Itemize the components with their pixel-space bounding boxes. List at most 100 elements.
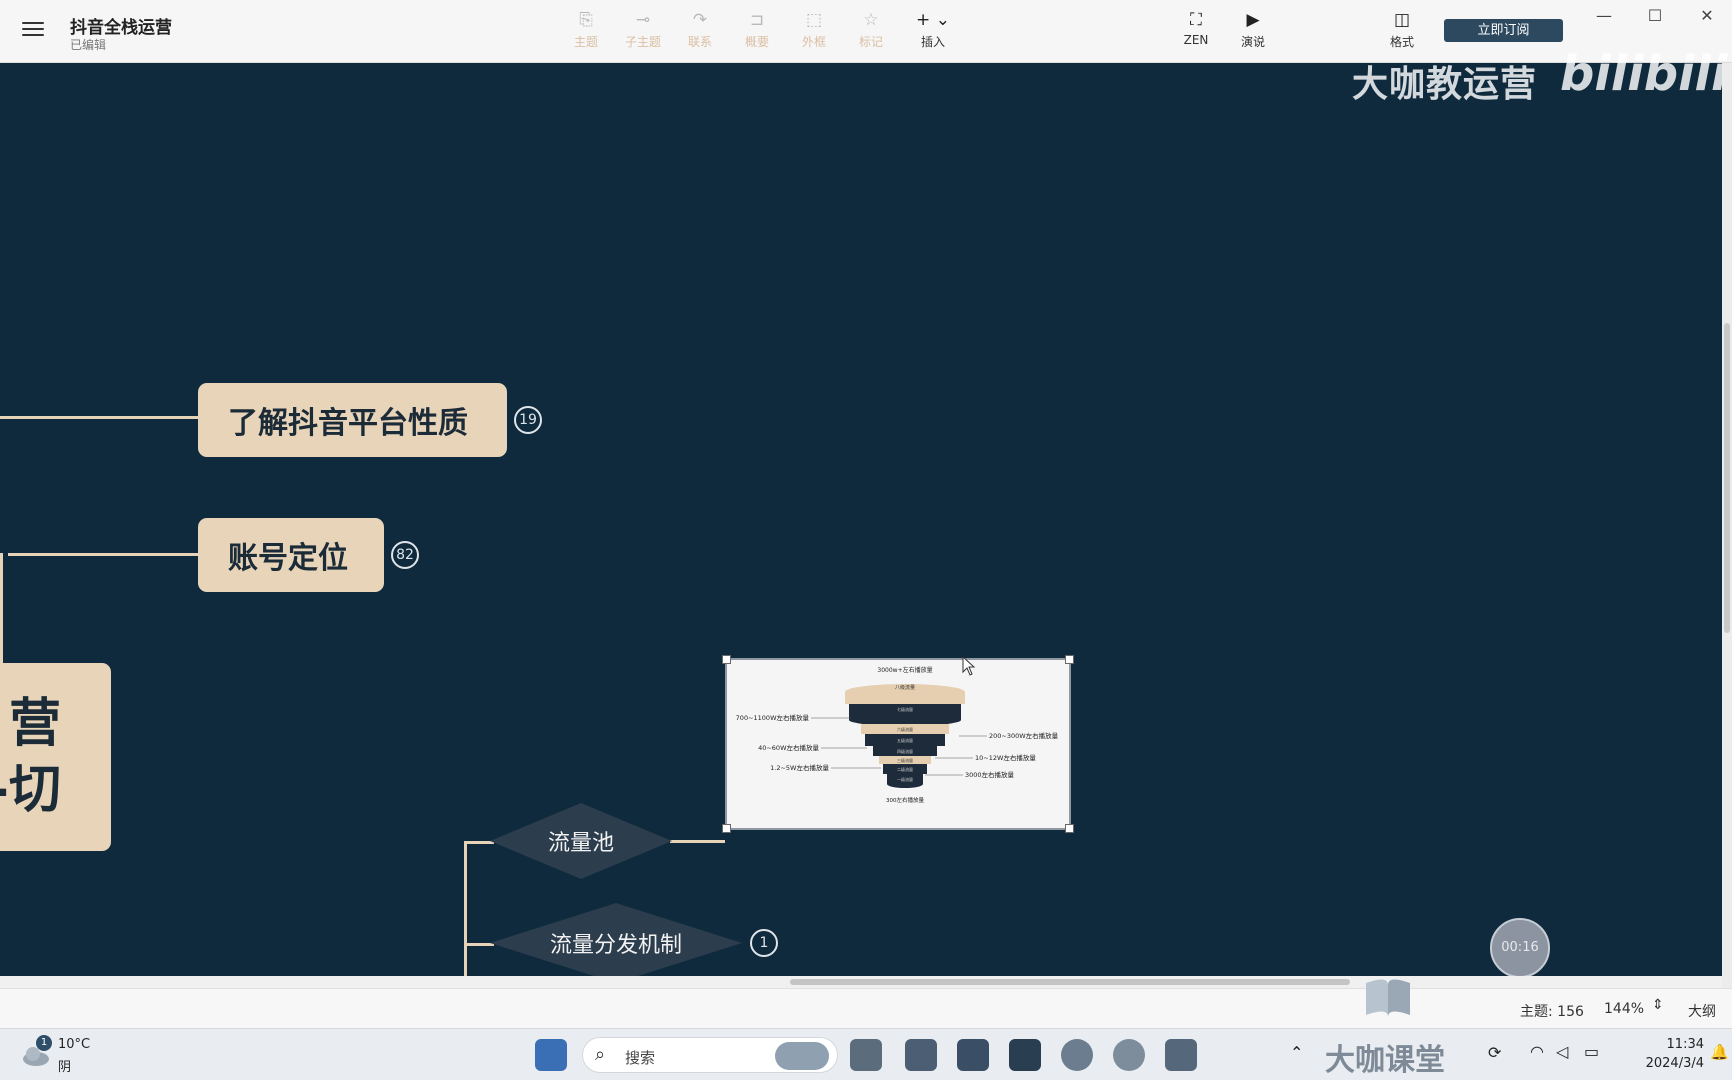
format-panel-icon: ◫ (1393, 10, 1411, 30)
outline-button[interactable]: 大纲 (1688, 1001, 1716, 1021)
toolbar-boundary-button[interactable]: ⬚ 外框 (788, 9, 840, 57)
clock-time[interactable]: 11:34 (1648, 1037, 1704, 1052)
topic-label: 了解抖音平台性质 (228, 406, 468, 441)
vertical-scrollbar[interactable] (1722, 63, 1732, 988)
relationship-icon: ↷ (692, 10, 708, 30)
image-node-traffic-funnel[interactable]: 3000w+左右播放量 八级流量 七级流量 六级流量 五级流量 四级流量 三级流… (722, 655, 1074, 833)
toolbar-insert-button[interactable]: + ⌄ 插入 (907, 9, 959, 57)
toolbar-summary-button[interactable]: ⊐ 概要 (731, 9, 783, 57)
toolbar-label: ZEN (1183, 33, 1209, 47)
connector-line (0, 416, 198, 419)
svg-text:3000左右播放量: 3000左右播放量 (965, 770, 1015, 779)
svg-text:二级流量: 二级流量 (897, 766, 913, 772)
zoom-level[interactable]: 144% (1604, 1001, 1644, 1017)
subtopic-icon: ⊸ (635, 10, 651, 30)
subtopic-node-traffic-pool[interactable]: 流量池 (490, 801, 672, 881)
toolbar-topic-button[interactable]: ⎘ 主题 (560, 9, 612, 57)
subtopic-label: 流量分发机制 (549, 933, 682, 958)
svg-text:四级流量: 四级流量 (897, 748, 913, 754)
watermark-text: 大咖教运营 (1352, 64, 1538, 105)
app-icon[interactable] (957, 1039, 989, 1071)
start-icon[interactable] (535, 1039, 567, 1071)
collapsed-count-badge[interactable]: 82 (391, 541, 419, 569)
subtopic-label: 流量池 (547, 831, 614, 856)
notification-bell-icon[interactable]: 🔔 (1710, 1043, 1729, 1061)
windows-taskbar: 1 10°C 阴 ⌕ 搜索 大咖课堂 ⌃ ⟳ ◠ ◁ ▭ 11:34 2024/… (0, 1028, 1732, 1080)
wifi-icon[interactable]: ◠ (1530, 1042, 1544, 1061)
scrollbar-thumb[interactable] (1724, 323, 1730, 633)
resize-handle[interactable] (722, 824, 731, 833)
topic-node-positioning[interactable]: 账号定位 (198, 518, 384, 592)
connector-line (8, 553, 198, 556)
resize-handle[interactable] (722, 655, 731, 664)
toolbar-relationship-button[interactable]: ↷ 联系 (674, 9, 726, 57)
svg-text:七级流量: 七级流量 (897, 706, 913, 712)
toolbar-pitch-button[interactable]: ▶ 演说 (1227, 9, 1279, 57)
scrollbar-thumb[interactable] (790, 979, 1350, 985)
volume-icon[interactable]: ◁ (1556, 1042, 1568, 1061)
search-highlight-icon (775, 1042, 829, 1070)
svg-text:1.2~5W左右播放量: 1.2~5W左右播放量 (770, 763, 829, 772)
mindmap-canvas[interactable]: 了解抖音平台性质 19 账号定位 82 营 -切 流量池 流量分发机制 1 30… (0, 63, 1722, 976)
resize-handle[interactable] (1065, 655, 1074, 664)
task-view-icon[interactable] (850, 1039, 882, 1071)
toolbar-label: 格式 (1389, 35, 1414, 49)
weather-cloud-icon[interactable]: 1 (20, 1035, 52, 1069)
close-icon[interactable]: ✕ (1694, 4, 1720, 28)
resize-handle[interactable] (1065, 824, 1074, 833)
connector-line (0, 553, 3, 665)
toolbar-subtopic-button[interactable]: ⊸ 子主题 (617, 9, 669, 57)
hamburger-menu-icon[interactable] (20, 18, 46, 44)
mouse-cursor-icon (962, 656, 976, 676)
topic-node-platform[interactable]: 了解抖音平台性质 (198, 383, 507, 457)
tray-chevron-icon[interactable]: ⌃ (1290, 1043, 1303, 1062)
collapsed-count-badge[interactable]: 1 (750, 929, 778, 957)
connector-line (670, 840, 725, 843)
topic-count: 主题: 156 (1520, 1004, 1584, 1020)
clock-date[interactable]: 2024/3/4 (1620, 1056, 1704, 1071)
toolbar-label: 标记 (858, 35, 883, 49)
file-explorer-icon[interactable] (1165, 1039, 1197, 1071)
toolbar-zen-button[interactable]: ⛶ ZEN (1170, 9, 1222, 57)
weather-temperature[interactable]: 10°C (58, 1037, 90, 1052)
marker-icon: ☆ (863, 10, 879, 30)
book-icon (1362, 975, 1414, 1019)
xmind-app-icon[interactable] (1009, 1039, 1041, 1071)
insert-icon: + ⌄ (916, 10, 950, 30)
battery-icon[interactable]: ▭ (1584, 1042, 1599, 1061)
toolbar-marker-button[interactable]: ☆ 标记 (845, 9, 897, 57)
weather-badge: 1 (36, 1035, 52, 1051)
toolbar-label: 插入 (920, 35, 945, 49)
svg-text:八级流量: 八级流量 (895, 684, 915, 691)
topic-icon: ⎘ (579, 10, 593, 30)
collapsed-count-badge[interactable]: 19 (514, 406, 542, 434)
svg-text:200~300W左右播放量: 200~300W左右播放量 (989, 731, 1059, 740)
svg-text:700~1100W左右播放量: 700~1100W左右播放量 (736, 713, 810, 722)
svg-text:300左右播放量: 300左右播放量 (886, 796, 924, 804)
tray-app-icon[interactable]: ⟳ (1488, 1043, 1501, 1062)
chat-app-icon[interactable] (905, 1039, 937, 1071)
svg-text:六级流量: 六级流量 (897, 726, 913, 732)
watermark-overlay-text: 大咖课堂 (1325, 1043, 1445, 1078)
maximize-icon[interactable]: ☐ (1642, 4, 1668, 28)
horizontal-scrollbar[interactable] (0, 976, 1722, 988)
messaging-app-icon[interactable] (1061, 1039, 1093, 1071)
taskbar-search[interactable]: ⌕ 搜索 (582, 1037, 838, 1073)
zoom-stepper-icon[interactable]: ⇕ (1652, 997, 1664, 1013)
subtopic-node-distribution[interactable]: 流量分发机制 (490, 901, 742, 976)
search-placeholder: 搜索 (625, 1049, 656, 1067)
connector-line (464, 841, 467, 976)
summary-icon: ⊐ (749, 10, 765, 30)
toolbar-label: 演说 (1240, 35, 1265, 49)
minimize-icon[interactable]: — (1591, 4, 1617, 28)
central-topic-node[interactable]: 营 -切 (0, 663, 111, 851)
weather-description: 阴 (58, 1060, 72, 1075)
app-titlebar: 抖音全栈运营 已编辑 ⎘ 主题 ⊸ 子主题 ↷ 联系 ⊐ 概要 ⬚ 外框 ☆ 标… (0, 0, 1732, 63)
recording-timer[interactable]: 00:16 (1490, 918, 1550, 976)
document-status: 已编辑 (70, 38, 107, 52)
toolbar-format-button[interactable]: ◫ 格式 (1376, 9, 1428, 57)
boundary-icon: ⬚ (805, 10, 823, 30)
central-topic-line: 营 (8, 694, 61, 754)
browser-icon[interactable] (1113, 1039, 1145, 1071)
subscribe-button[interactable]: 立即订阅 (1444, 19, 1563, 42)
